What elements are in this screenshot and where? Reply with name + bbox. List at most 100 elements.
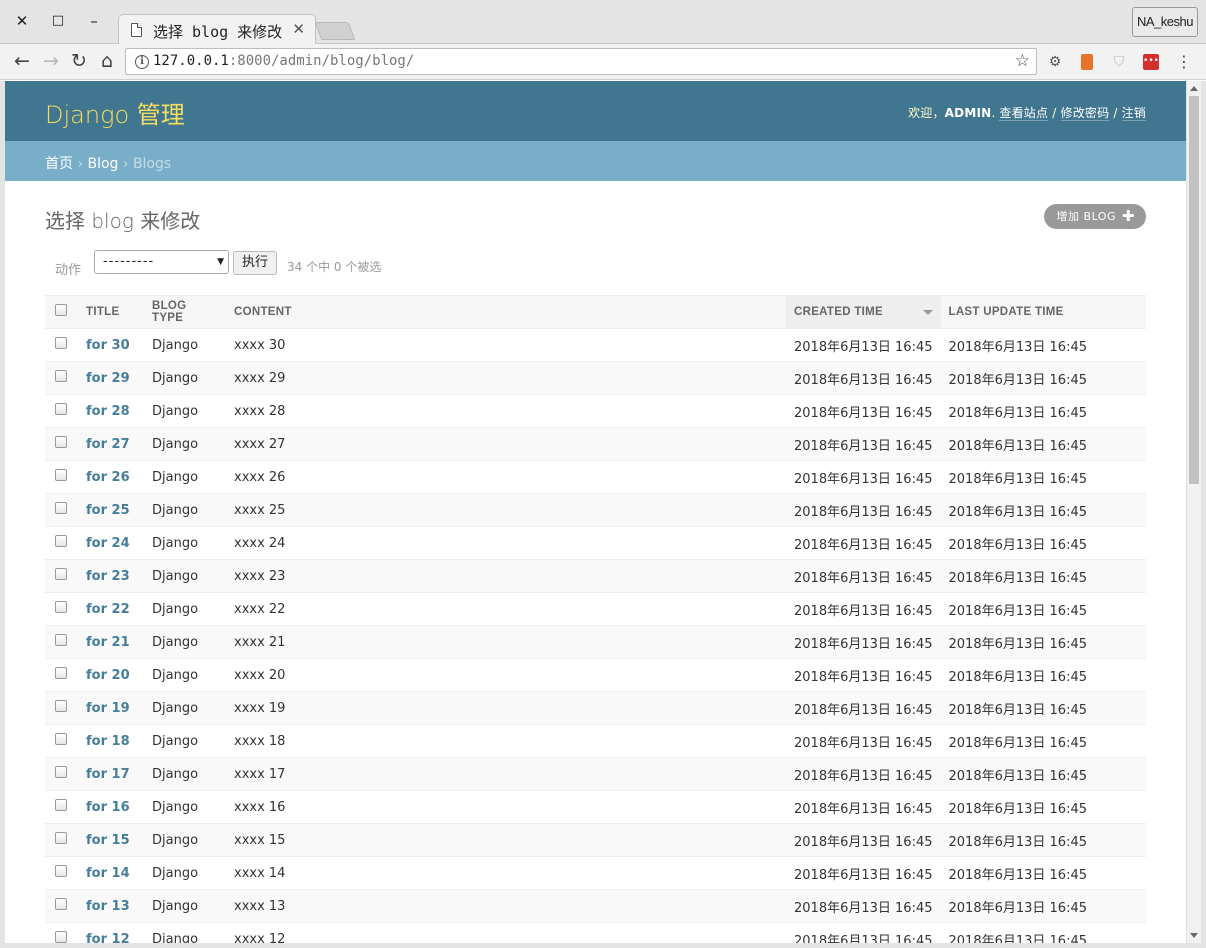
maximize-window-icon[interactable]: □ — [47, 10, 69, 32]
table-row[interactable]: for 25 Django xxxx 25 2018年6月13日 16:45 2018年… — [45, 493, 1146, 527]
breadcrumb-app[interactable]: Blog — [88, 156, 119, 172]
column-header-blog-type[interactable]: BLOG TYPE — [144, 295, 226, 329]
blog-title-link[interactable]: for 19 — [86, 701, 130, 716]
row-checkbox[interactable] — [55, 700, 67, 712]
table-row[interactable]: for 19 Django xxxx 19 2018年6月13日 16:45 2018年… — [45, 691, 1146, 725]
blog-title-link[interactable]: for 20 — [86, 668, 130, 683]
blog-title-link[interactable]: for 13 — [86, 899, 130, 914]
row-checkbox[interactable] — [55, 733, 67, 745]
blog-title-link[interactable]: for 23 — [86, 569, 130, 584]
table-row[interactable]: for 28 Django xxxx 28 2018年6月13日 16:45 2018年… — [45, 394, 1146, 428]
column-header-last-update-time[interactable]: LAST UPDATE TIME — [940, 295, 1146, 329]
column-header-created-time[interactable]: CREATED TIME — [786, 295, 941, 329]
extension-lastpass-icon[interactable]: ••• — [1141, 52, 1161, 72]
logout-link[interactable]: 注销 — [1121, 106, 1146, 121]
table-row[interactable]: for 21 Django xxxx 21 2018年6月13日 16:45 2018年… — [45, 625, 1146, 659]
row-checkbox[interactable] — [55, 898, 67, 910]
add-blog-button[interactable]: 增加 BLOG ✚ — [1043, 204, 1146, 229]
row-select-cell — [45, 790, 78, 824]
forward-arrow-icon[interactable]: → — [38, 48, 64, 74]
scroll-down-icon[interactable] — [1190, 933, 1198, 938]
table-row[interactable]: for 20 Django xxxx 20 2018年6月13日 16:45 2018年… — [45, 658, 1146, 692]
table-row[interactable]: for 27 Django xxxx 27 2018年6月13日 16:45 2018年… — [45, 427, 1146, 461]
row-checkbox[interactable] — [55, 634, 67, 646]
site-info-icon[interactable]: i — [135, 55, 149, 69]
change-password-link[interactable]: 修改密码 — [1060, 106, 1110, 121]
row-checkbox[interactable] — [55, 436, 67, 448]
table-row[interactable]: for 24 Django xxxx 24 2018年6月13日 16:45 2018年… — [45, 526, 1146, 560]
blog-title-link[interactable]: for 22 — [86, 602, 130, 617]
extension-office-icon[interactable] — [1077, 52, 1097, 72]
blog-title-link[interactable]: for 12 — [86, 932, 130, 944]
row-checkbox[interactable] — [55, 766, 67, 778]
table-row[interactable]: for 17 Django xxxx 17 2018年6月13日 16:45 2018年… — [45, 757, 1146, 791]
blog-title-link[interactable]: for 24 — [86, 536, 130, 551]
vertical-scrollbar[interactable] — [1186, 81, 1201, 943]
home-icon[interactable]: ⌂ — [94, 48, 120, 74]
row-checkbox[interactable] — [55, 601, 67, 613]
sort-descending-icon[interactable] — [922, 310, 933, 315]
table-row[interactable]: for 22 Django xxxx 22 2018年6月13日 16:45 2018年… — [45, 592, 1146, 626]
action-label: 动作 — [55, 263, 82, 278]
action-select[interactable]: --------- ▼ — [94, 250, 229, 274]
table-row[interactable]: for 30 Django xxxx 30 2018年6月13日 16:45 2018年… — [45, 328, 1146, 362]
row-checkbox[interactable] — [55, 931, 67, 943]
column-header-content[interactable]: CONTENT — [226, 295, 786, 329]
extension-network-icon[interactable]: ⚙ — [1045, 52, 1065, 72]
blog-type-cell: Django — [144, 625, 226, 659]
row-checkbox[interactable] — [55, 403, 67, 415]
blog-title-link[interactable]: for 29 — [86, 371, 130, 386]
row-checkbox[interactable] — [55, 469, 67, 481]
blog-title-link[interactable]: for 17 — [86, 767, 130, 782]
table-row[interactable]: for 29 Django xxxx 29 2018年6月13日 16:45 2018年… — [45, 361, 1146, 395]
browser-menu-icon[interactable]: ⋮ — [1174, 52, 1194, 74]
blog-title-link[interactable]: for 14 — [86, 866, 130, 881]
row-checkbox[interactable] — [55, 865, 67, 877]
tab-close-icon[interactable]: ✕ — [292, 20, 305, 38]
scrollbar-thumb[interactable] — [1189, 96, 1199, 484]
table-row[interactable]: for 15 Django xxxx 15 2018年6月13日 16:45 2018年… — [45, 823, 1146, 857]
row-checkbox[interactable] — [55, 535, 67, 547]
minimize-window-icon[interactable]: – — [83, 10, 105, 32]
go-button[interactable]: 执行 — [233, 251, 277, 275]
table-row[interactable]: for 23 Django xxxx 23 2018年6月13日 16:45 2018年… — [45, 559, 1146, 593]
table-row[interactable]: for 18 Django xxxx 18 2018年6月13日 16:45 2018年… — [45, 724, 1146, 758]
table-row[interactable]: for 12 Django xxxx 12 2018年6月13日 16:45 2018年… — [45, 922, 1146, 944]
bookmark-star-icon[interactable]: ☆ — [1015, 51, 1030, 71]
row-checkbox[interactable] — [55, 337, 67, 349]
view-site-link[interactable]: 查看站点 — [999, 106, 1049, 121]
close-window-icon[interactable]: ✕ — [11, 10, 33, 32]
row-checkbox[interactable] — [55, 799, 67, 811]
reload-icon[interactable]: ↻ — [66, 48, 92, 74]
scroll-up-icon[interactable] — [1190, 86, 1198, 91]
row-checkbox[interactable] — [55, 667, 67, 679]
breadcrumb-home[interactable]: 首页 — [45, 156, 73, 172]
blog-title-link[interactable]: for 21 — [86, 635, 130, 650]
browser-tab-active[interactable]: 选择 blog 来修改 ✕ — [118, 14, 316, 45]
new-tab-button[interactable] — [314, 22, 356, 40]
row-checkbox[interactable] — [55, 568, 67, 580]
blog-title-link[interactable]: for 27 — [86, 437, 130, 452]
table-row[interactable]: for 13 Django xxxx 13 2018年6月13日 16:45 2018年… — [45, 889, 1146, 923]
blog-title-link[interactable]: for 25 — [86, 503, 130, 518]
column-header-title[interactable]: TITLE — [78, 295, 144, 329]
row-checkbox[interactable] — [55, 832, 67, 844]
site-branding[interactable]: Django 管理 — [45, 95, 185, 130]
table-row[interactable]: for 14 Django xxxx 14 2018年6月13日 16:45 2018年… — [45, 856, 1146, 890]
table-row[interactable]: for 16 Django xxxx 16 2018年6月13日 16:45 2018年… — [45, 790, 1146, 824]
back-arrow-icon[interactable]: ← — [9, 48, 35, 74]
row-checkbox[interactable] — [55, 502, 67, 514]
profile-button[interactable]: NA_keshu — [1132, 7, 1198, 37]
table-row[interactable]: for 26 Django xxxx 26 2018年6月13日 16:45 2018年… — [45, 460, 1146, 494]
blog-title-link[interactable]: for 18 — [86, 734, 130, 749]
blog-title-link[interactable]: for 28 — [86, 404, 130, 419]
blog-title-link[interactable]: for 26 — [86, 470, 130, 485]
blog-title-link[interactable]: for 16 — [86, 800, 130, 815]
address-bar[interactable]: i 127.0.0.1:8000/admin/blog/blog/ ☆ — [125, 48, 1037, 75]
row-checkbox[interactable] — [55, 370, 67, 382]
extension-shield-icon[interactable]: ⛉ — [1109, 52, 1129, 72]
select-all-checkbox[interactable] — [55, 303, 67, 316]
blog-title-link[interactable]: for 30 — [86, 338, 130, 353]
blog-title-link[interactable]: for 15 — [86, 833, 130, 848]
address-url[interactable]: 127.0.0.1:8000/admin/blog/blog/ — [153, 53, 414, 69]
